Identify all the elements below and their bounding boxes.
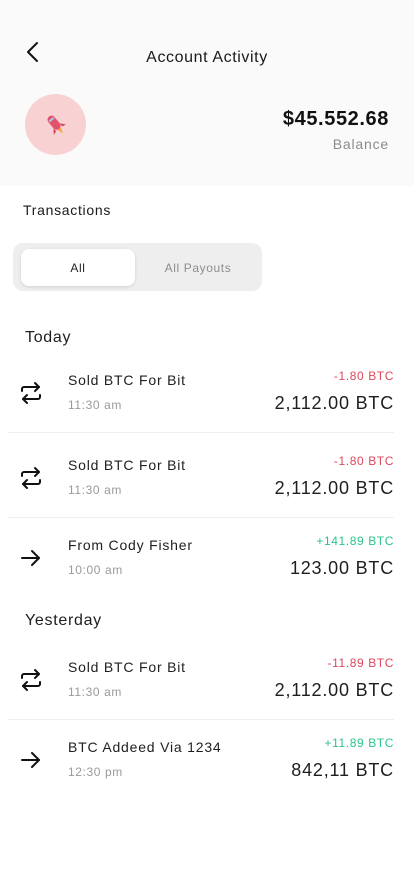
transaction-row[interactable]: Sold BTC For Bit 11:30 am -11.89 BTC 2,1… — [8, 635, 394, 720]
transaction-amount: 2,112.00 BTC — [274, 478, 394, 498]
rocket-icon — [47, 115, 66, 135]
transaction-tabs: All All Payouts — [13, 243, 262, 291]
transaction-row[interactable]: BTC Addeed Via 1234 12:30 pm +11.89 BTC … — [8, 720, 394, 805]
transaction-time: 12:30 pm — [68, 765, 123, 779]
transaction-time: 10:00 am — [68, 563, 123, 577]
arrow-right-icon — [21, 550, 40, 566]
transaction-row[interactable]: Sold BTC For Bit 11:30 am -1.80 BTC 2,11… — [8, 433, 394, 518]
balance-label: Balance — [332, 136, 389, 152]
transaction-name: BTC Addeed Via 1234 — [68, 739, 222, 755]
exchange-icon — [21, 467, 41, 489]
transaction-change: +11.89 BTC — [324, 736, 394, 750]
exchange-icon — [21, 382, 41, 404]
tab-all-payouts[interactable]: All Payouts — [139, 249, 257, 286]
transaction-name: Sold BTC For Bit — [68, 659, 186, 675]
arrow-right-icon — [21, 752, 40, 768]
balance-amount: $45.552.68 — [282, 108, 389, 130]
transaction-change: +141.89 BTC — [316, 534, 394, 548]
transaction-change: -1.80 BTC — [333, 454, 394, 468]
transaction-name: Sold BTC For Bit — [68, 457, 186, 473]
transaction-row[interactable]: From Cody Fisher 10:00 am +141.89 BTC 12… — [8, 518, 394, 603]
account-header: Account Activity $45.552.68 Balance — [0, 0, 414, 186]
avatar — [25, 94, 86, 155]
transaction-change: -11.89 BTC — [327, 656, 394, 670]
transaction-amount: 123.00 BTC — [289, 558, 394, 578]
transaction-row[interactable]: Sold BTC For Bit 11:30 am -1.80 BTC 2,11… — [8, 348, 394, 433]
transaction-name: From Cody Fisher — [68, 537, 193, 553]
transactions-title: Transactions — [23, 202, 112, 218]
group-label-today: Today — [25, 329, 72, 346]
transaction-time: 11:30 am — [68, 685, 122, 699]
group-label-yesterday: Yesterday — [25, 612, 102, 629]
transaction-change: -1.80 BTC — [333, 369, 394, 383]
transaction-time: 11:30 am — [68, 483, 122, 497]
tab-all[interactable]: All — [21, 249, 135, 286]
page-title: Account Activity — [146, 49, 268, 66]
transaction-amount: 2,112.00 BTC — [274, 680, 394, 700]
transaction-amount: 842,11 BTC — [291, 760, 394, 780]
transaction-name: Sold BTC For Bit — [68, 372, 186, 388]
exchange-icon — [21, 669, 41, 691]
transaction-amount: 2,112.00 BTC — [274, 393, 394, 413]
transaction-time: 11:30 am — [68, 398, 122, 412]
